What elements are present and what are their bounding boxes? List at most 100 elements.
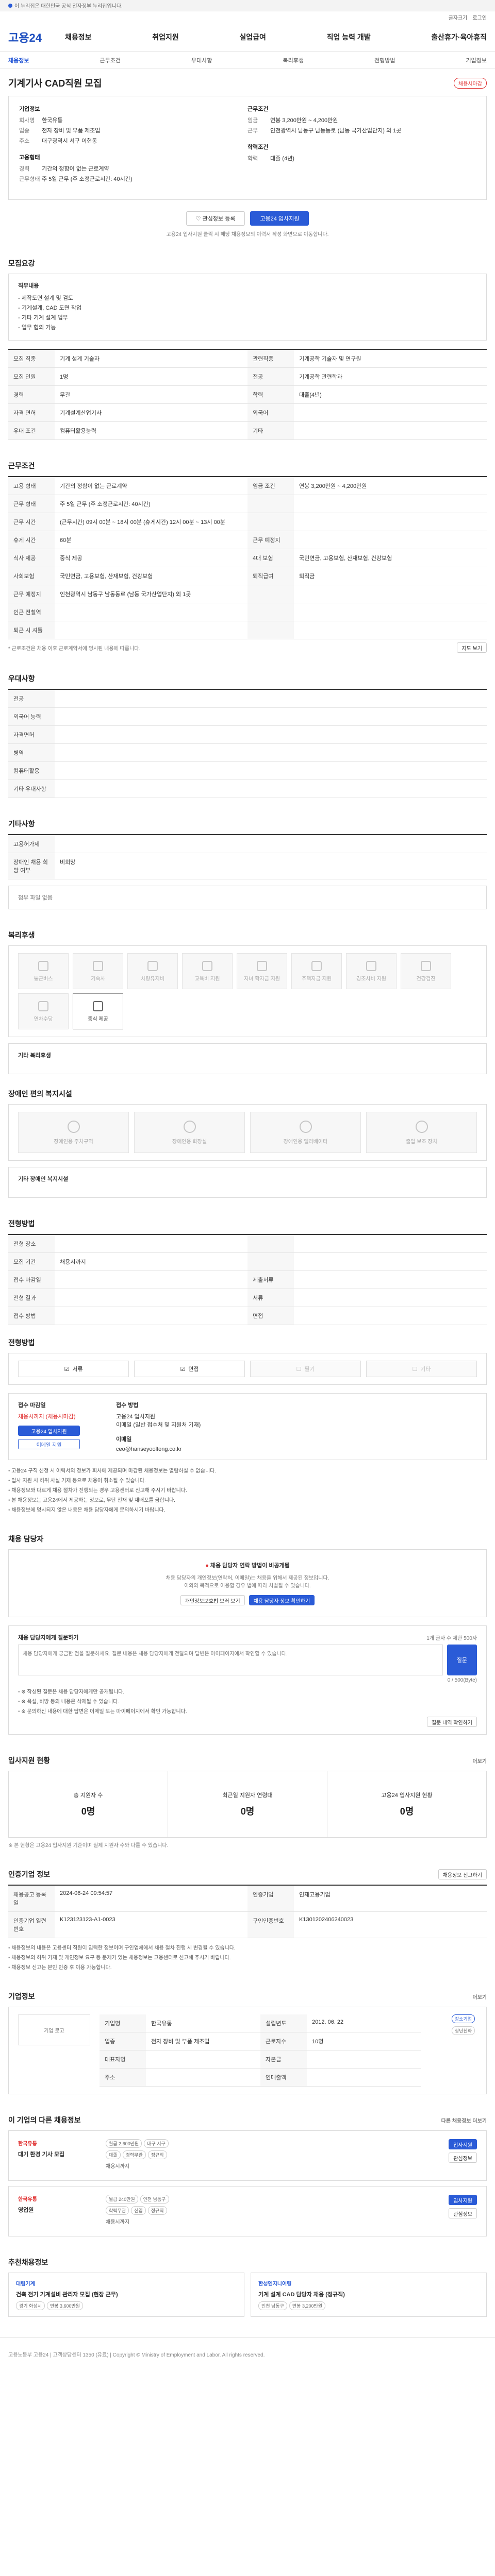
job-save-button[interactable]: 관심정보 — [449, 2208, 477, 2218]
tab-3[interactable]: 복리후생 — [283, 56, 304, 64]
card-pay: 연봉 3,600만원 — [46, 2301, 84, 2310]
row-value: 10명 — [312, 2039, 324, 2045]
duty-line: - 제작도면 설계 및 검토 — [18, 295, 73, 301]
email-apply-button[interactable]: 이메일 지원 — [18, 1439, 80, 1449]
job-apply-button[interactable]: 입사지원 — [449, 2139, 477, 2149]
status-value: 0명 — [240, 1806, 255, 1817]
table-row: 모집 인원 1명 전공 기계공학 관련학과 — [8, 368, 487, 386]
recommend-card-0[interactable]: 대림기계 건축 전기 기계설비 관리자 모집 (현장 근무) 경기 화성시 연봉 3,… — [8, 2273, 244, 2317]
gnb-item-2[interactable]: 실업급여 — [239, 32, 266, 42]
row-value: 인재고용기업 — [299, 1892, 331, 1898]
accessibility-icon — [415, 1120, 428, 1133]
privacy-law-button[interactable]: 개인정보보호법 보러 보기 — [180, 1595, 245, 1605]
company-box: 기업 로고 기업명 한국유통 설립년도 2012. 06. 22 업종 전자 장비 및 부… — [8, 2007, 487, 2094]
duty-line: - 기계설계, CAD 도면 작업 — [18, 305, 82, 311]
contact-email[interactable]: ceo@hanseyooltong.co.kr — [116, 1446, 477, 1452]
benefit-icon — [93, 1001, 103, 1011]
summary-label: 경력 — [19, 166, 30, 172]
summary-row: 업종 전자 장비 및 부품 제조업 — [19, 126, 248, 134]
report-button[interactable]: 채용정보 신고하기 — [438, 1869, 487, 1879]
row-label: 기업명 — [100, 2014, 146, 2032]
row-value: 퇴직금 — [299, 573, 315, 580]
note-item: 본 채용정보는 고용24에서 제공하는 정보로, 무단 전재 및 재배포를 금합… — [8, 1496, 487, 1503]
row-value — [55, 708, 487, 725]
summary-label: 근무 — [248, 128, 258, 134]
row-value — [294, 513, 487, 531]
row-value — [146, 2069, 260, 2086]
save-interest-button[interactable]: ♡ 관심정보 등록 — [186, 211, 245, 226]
table-row: 병역 — [8, 744, 487, 762]
card-title[interactable]: 기계 설계 CAD 담당자 채용 (정규직) — [258, 2290, 479, 2298]
gnb-item-3[interactable]: 직업 능력 개발 — [327, 32, 371, 42]
manager-info-button[interactable]: 채용 담당자 정보 확인하기 — [249, 1595, 315, 1605]
row-value — [294, 1235, 487, 1252]
recommend-section: 추천채용정보 대림기계 건축 전기 기계설비 관리자 모집 (현장 근무) 경기 화… — [0, 2257, 495, 2317]
row-value: 인천광역시 남동구 남동동로 (남동 국가산업단지) 외 1곳 — [60, 591, 191, 598]
site-logo[interactable]: 고용24 — [8, 29, 65, 45]
summary-label: 근무형태 — [19, 176, 40, 182]
row-label: 전공 — [248, 368, 294, 385]
row-label: 임금 조건 — [248, 477, 294, 495]
company-logo: 기업 로고 — [18, 2014, 90, 2045]
row-label: 자본금 — [260, 2050, 307, 2068]
job-title[interactable]: 대기 환경 기사 모집 — [18, 2150, 106, 2158]
summary-value: 대졸 (4년) — [270, 156, 294, 162]
method-3: ☐ 기타 — [366, 1361, 477, 1377]
welfare-item-8: 연차수당 — [18, 993, 69, 1029]
welfare-label: 경조사비 지원 — [356, 976, 386, 982]
recommend-card-1[interactable]: 한성엔지니어링 기계 설계 CAD 담당자 채용 (정규직) 인천 남동구 연봉 3,… — [251, 2273, 487, 2317]
benefit-icon — [93, 960, 103, 971]
job-apply-button[interactable]: 입사지원 — [449, 2195, 477, 2205]
attachment-box: 첨부 파일 없음 — [8, 886, 487, 909]
manager-heading: 채용 담당자 — [8, 1535, 44, 1543]
tab-2[interactable]: 우대사항 — [191, 56, 212, 64]
job-title[interactable]: 영업원 — [18, 2206, 106, 2214]
row-value: 무관 — [60, 392, 71, 398]
note-item: 채용정보에 명시되지 않은 내용은 채용 담당자에게 문의하시기 바랍니다. — [8, 1505, 487, 1513]
table-row: 식사 제공 중식 제공 4대 보험 국민연금, 고용보험, 산재보험, 건강보험 — [8, 549, 487, 567]
table-row: 전형 결과 서류 — [8, 1289, 487, 1307]
question-submit-button[interactable]: 질문 — [447, 1645, 477, 1675]
tab-4[interactable]: 전형방법 — [374, 56, 395, 64]
table-row: 근무 시간 (근무시간) 09시 00분 ~ 18시 00분 (휴게시간) 12시… — [8, 513, 487, 531]
related-job-1[interactable]: 한국유통 영업원 월급 240만원 인천 남동구 학력무관 신입 정규직 채용시까지 입사지원 관… — [8, 2186, 487, 2236]
table-row: 퇴근 시 셔틀 — [8, 621, 487, 639]
row-label — [248, 621, 294, 639]
gnb-item-0[interactable]: 채용정보 — [65, 32, 92, 42]
apply-status-more[interactable]: 더보기 — [472, 1757, 487, 1765]
question-history-button[interactable]: 질문 내역 확인하기 — [426, 1717, 477, 1727]
apply-button-2[interactable]: 고용24 입사지원 — [18, 1426, 80, 1436]
flag-icon — [8, 3, 12, 8]
table-row: 접수 마감일 제출서류 — [8, 1271, 487, 1289]
method-label: 필기 — [304, 1366, 315, 1372]
font-size-link[interactable]: 글자크기 — [449, 13, 468, 21]
card-title[interactable]: 건축 전기 기계설비 관리자 모집 (현장 근무) — [16, 2290, 237, 2298]
job-loc: 인천 남동구 — [140, 2195, 169, 2204]
gnb-item-1[interactable]: 취업지원 — [152, 32, 179, 42]
company-more[interactable]: 더보기 — [472, 1993, 487, 2001]
row-label: 모집 인원 — [8, 368, 55, 385]
note-item: 고용24 구직 신청 시 이력서의 정보가 회사에 제공되며 마감된 채용정보는… — [8, 1466, 487, 1474]
table-row: 외국어 능력 — [8, 708, 487, 726]
welfare-label: 자녀 학자금 지원 — [244, 976, 280, 982]
row-value: 전자 장비 및 부품 제조업 — [151, 2039, 210, 2045]
tab-0[interactable]: 채용정보 — [8, 56, 29, 64]
note-item: ※ 작성된 질문은 채용 담당자에게만 공개됩니다. — [18, 1687, 477, 1695]
recommend-heading: 추천채용정보 — [8, 2258, 48, 2266]
disability-heading: 장애인 편의 복지시설 — [8, 1090, 72, 1098]
disability-item-3: 출입 보조 장치 — [366, 1112, 477, 1153]
row-value: 2024-06-24 09:54:57 — [60, 1890, 113, 1896]
related-more[interactable]: 다른 채용정보 더보기 — [441, 2116, 487, 2124]
job-save-button[interactable]: 관심정보 — [449, 2153, 477, 2163]
tab-5[interactable]: 기업정보 — [466, 56, 487, 64]
map-button[interactable]: 지도 보기 — [457, 642, 487, 653]
login-link[interactable]: 로그인 — [472, 13, 487, 21]
tab-1[interactable]: 근무조건 — [100, 56, 121, 64]
employment-heading: 고용형태 — [19, 155, 40, 161]
job-career: 신입 — [131, 2206, 146, 2215]
related-job-0[interactable]: 한국유통 대기 환경 기사 모집 월급 2,600만원 대구 서구 대졸 경력무관 정규직 채… — [8, 2130, 487, 2181]
question-textarea[interactable] — [18, 1645, 443, 1675]
status-col-2: 고용24 입사지원 현황 0명 — [327, 1771, 486, 1837]
gnb-item-4[interactable]: 출산휴가·육아휴직 — [431, 32, 487, 42]
apply-button[interactable]: 고용24 입사지원 — [250, 211, 309, 226]
